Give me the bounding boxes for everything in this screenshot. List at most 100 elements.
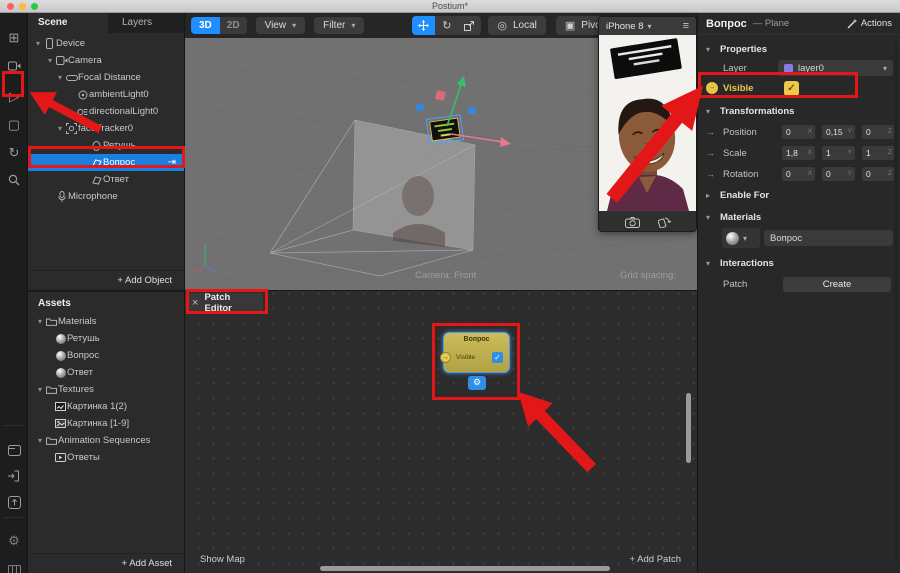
left-toolbar <box>0 13 28 573</box>
section-properties[interactable]: Properties <box>698 41 900 57</box>
tab-layers[interactable]: Layers <box>108 13 184 33</box>
patch-connect-icon[interactable] <box>706 148 715 158</box>
rotate-device-icon[interactable] <box>658 216 671 228</box>
tree-item-device[interactable]: Device <box>28 35 184 52</box>
section-transformations[interactable]: Transformations <box>698 103 900 119</box>
tree-item-microphone[interactable]: Microphone <box>28 188 184 205</box>
scale-y-field[interactable]: 1Y <box>822 146 855 160</box>
folder-icon <box>45 317 58 326</box>
disclosure-icon[interactable] <box>33 39 43 48</box>
tree-item-camera[interactable]: Camera <box>28 52 184 69</box>
toolbar-divider <box>4 517 24 518</box>
panels-icon[interactable] <box>0 27 28 49</box>
dimension-toggle: 3D 2D <box>191 17 247 34</box>
disclosure-icon[interactable] <box>45 56 55 65</box>
assets-title: Assets <box>28 292 184 313</box>
mode-2d-button[interactable]: 2D <box>220 17 247 34</box>
section-interactions[interactable]: Interactions <box>698 255 900 271</box>
asset-label: Картинка 1(2) <box>67 401 127 412</box>
close-window-button[interactable] <box>7 3 14 10</box>
folder-icon[interactable] <box>0 439 28 461</box>
asset-folder-materials[interactable]: Materials <box>28 313 184 330</box>
asset-animation-answers[interactable]: Ответы <box>28 449 184 466</box>
simulator-menu-icon[interactable] <box>683 20 689 32</box>
disclosure-icon[interactable] <box>55 73 65 82</box>
annotation-box-visible <box>698 72 858 98</box>
move-tool-icon[interactable] <box>412 16 435 35</box>
local-toggle[interactable]: Local <box>488 16 546 35</box>
section-disclosure-icon[interactable] <box>706 45 714 54</box>
annotation-box-patch-tab <box>186 289 268 314</box>
sync-icon[interactable] <box>0 142 28 164</box>
patch-horizontal-scrollbar[interactable] <box>320 566 610 571</box>
material-sphere-icon <box>54 368 67 378</box>
minimize-window-button[interactable] <box>19 3 26 10</box>
patch-connect-icon[interactable] <box>706 127 715 137</box>
section-disclosure-icon[interactable] <box>706 259 714 268</box>
tree-item-facetracker[interactable]: faceTracker0 <box>28 120 184 137</box>
asset-material-retouch[interactable]: Ретушь <box>28 330 184 347</box>
asset-texture-2[interactable]: Картинка [1-9] <box>28 415 184 432</box>
position-y-field[interactable]: 0,15Y <box>822 125 855 139</box>
material-name-field[interactable]: Вопрос <box>764 230 893 246</box>
rotation-y-field[interactable]: 0Y <box>822 167 855 181</box>
asset-texture-1[interactable]: Картинка 1(2) <box>28 398 184 415</box>
position-z-field[interactable]: 0Z <box>862 125 895 139</box>
mode-3d-button[interactable]: 3D <box>191 17 220 34</box>
import-icon[interactable] <box>0 465 28 487</box>
filter-dropdown[interactable]: Filter <box>314 17 364 34</box>
patch-connect-icon[interactable] <box>706 169 715 179</box>
rotate-tool-icon[interactable] <box>435 16 458 35</box>
inspector-scrollbar[interactable] <box>894 43 898 563</box>
tree-item-label: Microphone <box>68 191 118 202</box>
chevron-down-icon <box>743 234 747 243</box>
show-map-button[interactable]: Show Map <box>200 554 245 565</box>
asset-folder-animation[interactable]: Animation Sequences <box>28 432 184 449</box>
inspector-title: Вопрос <box>706 18 747 30</box>
pivot-icon <box>565 19 575 32</box>
scale-x-field[interactable]: 1,8X <box>782 146 815 160</box>
disclosure-icon[interactable] <box>35 436 45 445</box>
position-x-field[interactable]: 0X <box>782 125 815 139</box>
folder-icon <box>45 385 58 394</box>
shape-icon[interactable] <box>0 114 28 136</box>
section-materials[interactable]: Materials <box>698 209 900 225</box>
asset-material-question[interactable]: Вопрос <box>28 347 184 364</box>
actions-button[interactable]: Actions <box>847 18 892 29</box>
rotation-x-field[interactable]: 0X <box>782 167 815 181</box>
chevron-down-icon[interactable] <box>648 22 652 31</box>
create-patch-button[interactable]: Create <box>783 277 891 292</box>
test-device-icon[interactable] <box>0 530 28 552</box>
section-disclosure-icon[interactable] <box>706 213 714 222</box>
flip-camera-icon[interactable] <box>625 217 640 228</box>
material-thumbnail-dropdown[interactable] <box>722 228 760 248</box>
asset-label: Animation Sequences <box>58 435 150 446</box>
section-enable-for[interactable]: Enable For <box>698 187 900 203</box>
cards-icon[interactable] <box>0 559 28 573</box>
patch-vertical-scrollbar[interactable] <box>686 393 691 463</box>
scale-tool-icon[interactable] <box>458 16 481 35</box>
add-asset-button[interactable]: + Add Asset <box>28 553 184 573</box>
asset-folder-textures[interactable]: Textures <box>28 381 184 398</box>
view-dropdown[interactable]: View <box>256 17 306 34</box>
tree-item-focal-distance[interactable]: Focal Distance <box>28 69 184 86</box>
search-icon[interactable] <box>0 169 28 191</box>
zoom-window-button[interactable] <box>31 3 38 10</box>
scale-z-field[interactable]: 1Z <box>862 146 895 160</box>
device-select[interactable]: iPhone 8 <box>606 21 644 32</box>
disclosure-icon[interactable] <box>35 317 45 326</box>
section-disclosure-icon[interactable] <box>706 191 714 200</box>
asset-material-answer[interactable]: Ответ <box>28 364 184 381</box>
section-label: Transformations <box>720 106 794 117</box>
chevron-down-icon <box>292 21 296 30</box>
tree-item-label: Camera <box>68 55 102 66</box>
camera-icon <box>55 56 68 65</box>
tree-item-label: Device <box>56 38 85 49</box>
publish-icon[interactable] <box>0 491 28 513</box>
tree-item-answer[interactable]: Ответ <box>28 171 184 188</box>
rotation-z-field[interactable]: 0Z <box>862 167 895 181</box>
tab-scene[interactable]: Scene <box>28 13 108 33</box>
disclosure-icon[interactable] <box>35 385 45 394</box>
add-patch-button[interactable]: + Add Patch <box>630 554 682 565</box>
add-object-button[interactable]: + Add Object <box>28 270 184 290</box>
